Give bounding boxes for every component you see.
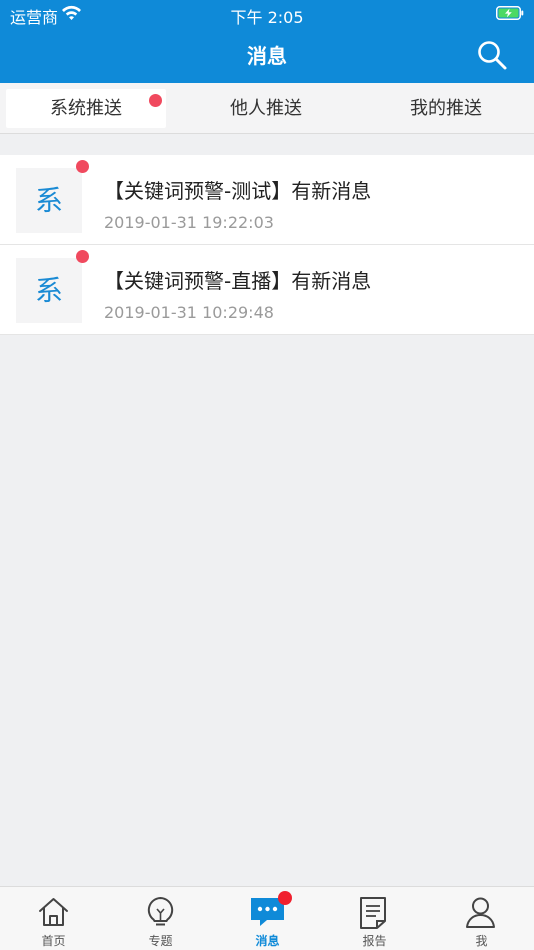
tab-topics[interactable]: 专题 <box>107 887 214 950</box>
tab-messages[interactable]: 消息 <box>214 887 321 950</box>
search-icon[interactable] <box>476 39 508 71</box>
header: 运营商 下午 2:05 消息 <box>0 0 534 83</box>
lightbulb-icon <box>147 896 174 926</box>
tab-my-push[interactable]: 我的推送 <box>366 89 526 128</box>
tab-label: 报告 <box>362 934 387 948</box>
avatar: 系 <box>16 168 82 233</box>
message-time: 2019-01-31 10:29:48 <box>104 303 274 322</box>
messages-tab-badge <box>278 891 292 905</box>
tab-unread-badge <box>149 94 162 107</box>
bottom-tab-bar: 首页 专题 消息 报告 我 <box>0 886 534 950</box>
user-icon <box>466 897 495 928</box>
tab-home[interactable]: 首页 <box>0 887 107 950</box>
tab-label: 消息 <box>255 934 280 948</box>
status-bar: 运营商 下午 2:05 <box>0 0 534 28</box>
tab-label: 首页 <box>41 934 66 948</box>
home-icon <box>39 898 68 926</box>
message-time: 2019-01-31 19:22:03 <box>104 213 274 232</box>
message-list: 系 【关键词预警-测试】有新消息 2019-01-31 19:22:03 系 【… <box>0 155 534 335</box>
page-title: 消息 <box>247 44 287 68</box>
tab-label: 专题 <box>148 934 173 948</box>
message-title: 【关键词预警-测试】有新消息 <box>104 179 372 203</box>
battery-charging-icon <box>496 6 524 20</box>
report-icon <box>360 897 386 929</box>
message-title: 【关键词预警-直播】有新消息 <box>104 269 372 293</box>
tab-system-push[interactable]: 系统推送 <box>6 89 166 128</box>
tab-reports[interactable]: 报告 <box>321 887 428 950</box>
unread-badge <box>76 160 89 173</box>
unread-badge <box>76 250 89 263</box>
page: 运营商 下午 2:05 消息 系统推送 他人推送 我的推送 系 【关键词预警-测… <box>0 0 534 950</box>
push-tabs: 系统推送 他人推送 我的推送 <box>0 83 534 134</box>
avatar: 系 <box>16 258 82 323</box>
tab-me[interactable]: 我 <box>428 887 534 950</box>
list-item[interactable]: 系 【关键词预警-直播】有新消息 2019-01-31 10:29:48 <box>0 245 534 335</box>
list-item[interactable]: 系 【关键词预警-测试】有新消息 2019-01-31 19:22:03 <box>0 155 534 245</box>
tab-label: 我 <box>475 934 488 948</box>
tab-others-push[interactable]: 他人推送 <box>186 89 346 128</box>
status-time: 下午 2:05 <box>230 8 304 27</box>
